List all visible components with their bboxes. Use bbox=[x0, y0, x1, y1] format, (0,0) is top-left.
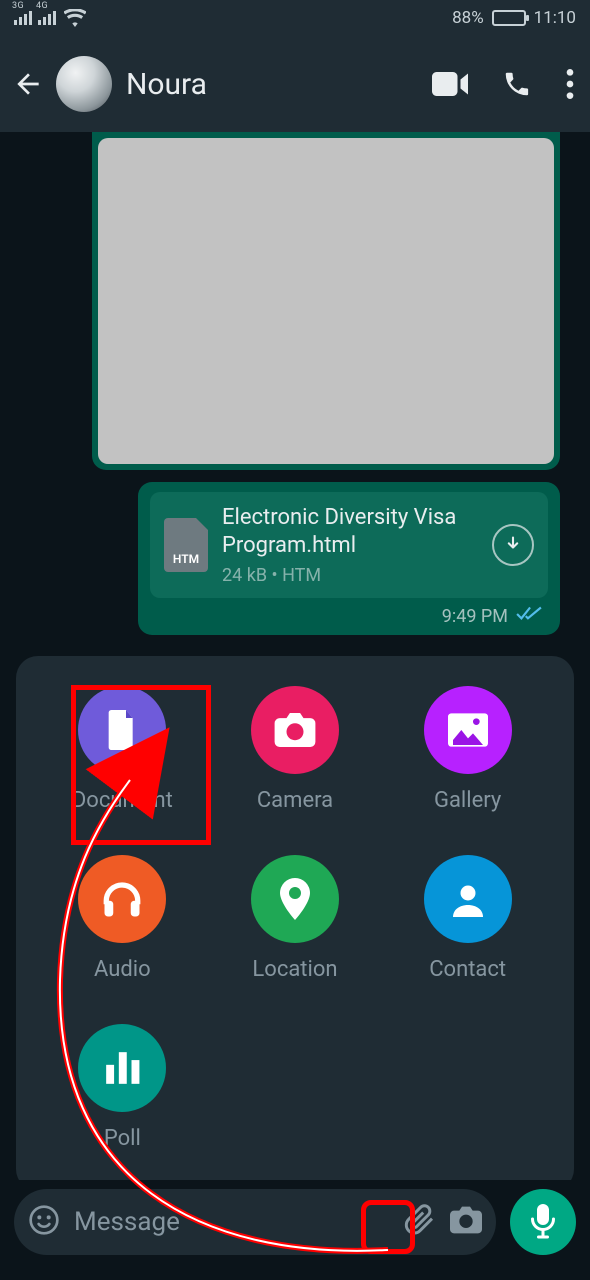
attach-contact-label: Contact bbox=[429, 957, 506, 982]
attach-gallery-label: Gallery bbox=[434, 788, 501, 813]
message-document[interactable]: HTM Electronic Diversity Visa Program.ht… bbox=[138, 482, 560, 635]
attach-location-label: Location bbox=[252, 957, 337, 982]
gallery-icon bbox=[424, 686, 512, 774]
document-icon bbox=[78, 686, 166, 774]
voice-record-button[interactable] bbox=[510, 1189, 576, 1255]
attach-button[interactable] bbox=[404, 1204, 436, 1240]
person-icon bbox=[424, 855, 512, 943]
document-meta: 24 kB • HTM bbox=[222, 565, 478, 586]
camera-input-button[interactable] bbox=[450, 1206, 482, 1238]
battery-percentage: 88% bbox=[452, 8, 484, 28]
attach-document[interactable]: Document bbox=[72, 686, 173, 813]
attach-contact[interactable]: Contact bbox=[424, 855, 512, 982]
back-button[interactable] bbox=[6, 62, 50, 106]
message-time: 9:49 PM bbox=[442, 606, 508, 627]
status-bar: 3G 4G 88% 11:10 bbox=[0, 0, 590, 36]
image-placeholder bbox=[98, 138, 554, 464]
attach-document-label: Document bbox=[72, 788, 173, 813]
attach-audio[interactable]: Audio bbox=[78, 855, 166, 982]
poll-icon bbox=[78, 1024, 166, 1112]
read-receipt-icon bbox=[516, 606, 542, 627]
file-htm-icon: HTM bbox=[164, 518, 208, 572]
battery-icon bbox=[492, 10, 526, 26]
message-input-container: Message bbox=[14, 1189, 496, 1255]
emoji-button[interactable] bbox=[28, 1204, 60, 1240]
attach-gallery[interactable]: Gallery bbox=[424, 686, 512, 813]
input-bar: Message bbox=[0, 1180, 590, 1280]
headphones-icon bbox=[78, 855, 166, 943]
attach-audio-label: Audio bbox=[94, 957, 151, 982]
wifi-icon bbox=[64, 9, 86, 27]
document-name: Electronic Diversity Visa Program.html bbox=[222, 504, 478, 559]
attach-poll-label: Poll bbox=[104, 1126, 141, 1151]
attach-camera-label: Camera bbox=[257, 788, 333, 813]
chat-header: Noura bbox=[0, 36, 590, 132]
attach-poll[interactable]: Poll bbox=[78, 1024, 166, 1151]
attach-location[interactable]: Location bbox=[251, 855, 339, 982]
message-image[interactable] bbox=[92, 132, 560, 470]
location-pin-icon bbox=[251, 855, 339, 943]
chat-title[interactable]: Noura bbox=[126, 67, 426, 102]
download-button[interactable] bbox=[492, 524, 534, 566]
avatar[interactable] bbox=[56, 56, 112, 112]
attachment-sheet: Document Camera Gallery Audio bbox=[16, 656, 574, 1180]
video-call-button[interactable] bbox=[432, 71, 468, 97]
attach-camera[interactable]: Camera bbox=[251, 686, 339, 813]
more-menu-button[interactable] bbox=[566, 69, 574, 99]
signal-3g-icon: 3G bbox=[14, 11, 32, 25]
clock-time: 11:10 bbox=[534, 8, 576, 28]
voice-call-button[interactable] bbox=[502, 69, 532, 99]
camera-icon bbox=[251, 686, 339, 774]
message-input[interactable]: Message bbox=[74, 1207, 390, 1237]
signal-4g-icon: 4G bbox=[38, 11, 56, 25]
chat-area[interactable]: HTM Electronic Diversity Visa Program.ht… bbox=[0, 132, 590, 1180]
